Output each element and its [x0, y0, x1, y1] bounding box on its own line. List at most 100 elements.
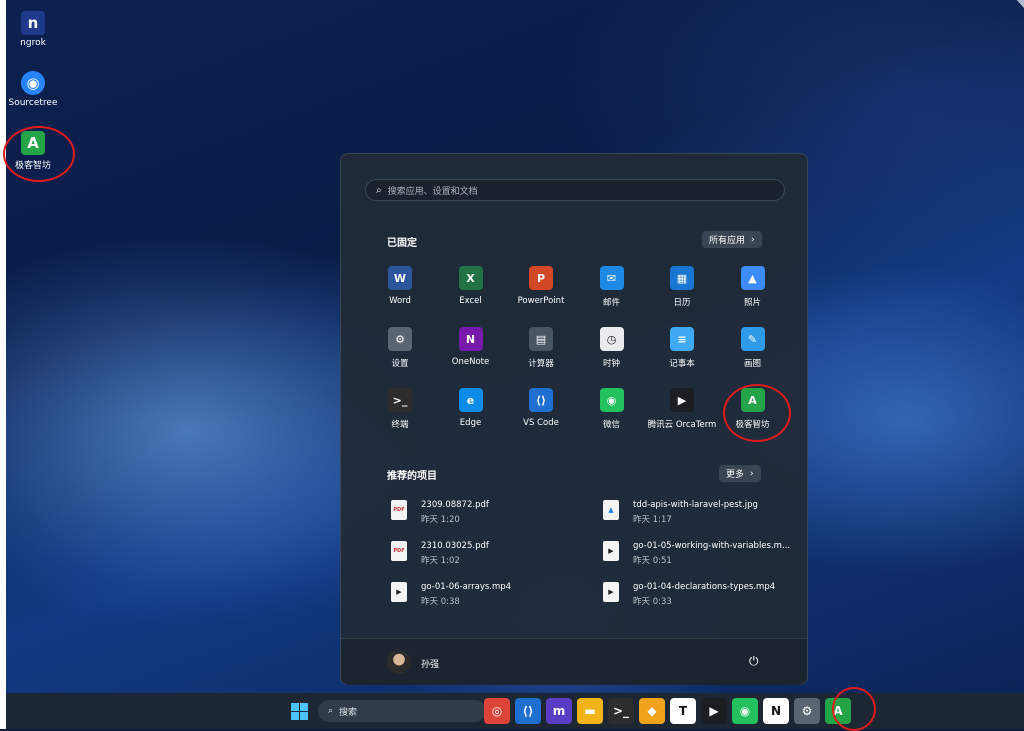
sourcetree-icon: ◉ [21, 71, 45, 95]
chrome-icon[interactable]: ◎ [484, 698, 510, 724]
pinned-app[interactable]: ◷ 时钟 [576, 327, 648, 369]
light-beam [907, 0, 1024, 42]
more-label: 更多 [726, 470, 745, 480]
search-icon: ⌕ [328, 706, 334, 716]
paint-icon: ✎ [740, 327, 765, 351]
pinned-app[interactable]: e Edge [435, 388, 507, 428]
start-search-box[interactable]: ⌕ 搜索应用、设置和文档 [365, 179, 785, 201]
vscode-icon[interactable]: ⟨⟩ [515, 698, 541, 724]
photos-icon: ▲ [740, 266, 765, 290]
video-file-icon: ▶ [391, 582, 407, 602]
orcaterm-icon[interactable]: ▶ [701, 698, 727, 724]
video-file-icon: ▶ [603, 582, 619, 602]
pinned-app-label: VS Code [523, 418, 559, 428]
edge-icon: e [458, 388, 483, 412]
recommended-title: 推荐的项目 [387, 471, 437, 482]
more-button[interactable]: 更多 › [719, 465, 761, 482]
wechat-icon: ◉ [599, 388, 624, 412]
pinned-app[interactable]: ◉ 微信 [576, 388, 648, 430]
calculator-icon: ▤ [529, 327, 553, 351]
pdf-file-icon: PDF [391, 541, 407, 561]
file-time: 昨天 1:17 [633, 515, 672, 525]
pinned-app[interactable]: ≡ 记事本 [646, 327, 718, 369]
pinned-app[interactable]: ▶ 腾讯云 OrcaTerm [646, 388, 718, 430]
chevron-right-icon: › [751, 234, 755, 245]
desktop-icon-ngrok[interactable]: n ngrok [3, 11, 63, 48]
pinned-app-label: Word [389, 296, 411, 306]
pinned-app-label: Edge [459, 418, 482, 428]
all-apps-label: 所有应用 [709, 236, 746, 246]
onenote-icon: N [458, 327, 483, 351]
recommended-item[interactable]: ▶ go-01-04-declarations-types.mp4 昨天 0:33 [603, 582, 775, 607]
file-name: go-01-05-working-with-variables.m... [633, 541, 791, 551]
clock-icon: ◷ [599, 327, 624, 351]
file-time: 昨天 0:38 [421, 597, 460, 607]
file-time: 昨天 1:20 [421, 515, 460, 525]
power-icon[interactable]: ⏻ [749, 654, 759, 669]
orcaterm-icon: ▶ [670, 388, 694, 412]
pinned-app[interactable]: N OneNote [435, 327, 507, 367]
typora-icon[interactable]: T [670, 698, 696, 724]
pinned-app-label: Excel [459, 296, 482, 306]
pinned-app[interactable]: ✎ 画图 [717, 327, 789, 369]
mail-icon: ✉ [599, 266, 624, 290]
powerpoint-icon: P [529, 266, 553, 290]
wechat-icon[interactable]: ◉ [732, 698, 758, 724]
pinned-app-label: PowerPoint [517, 296, 565, 306]
avatar[interactable] [387, 650, 411, 674]
file-name: go-01-04-declarations-types.mp4 [633, 582, 776, 592]
recommended-item[interactable]: PDF 2310.03025.pdf 昨天 1:02 [391, 541, 489, 566]
pinned-app-label: 终端 [391, 420, 409, 430]
pinned-app-label: 记事本 [669, 359, 695, 369]
all-apps-button[interactable]: 所有应用 › [702, 231, 762, 248]
pinned-app[interactable]: ⟨⟩ VS Code [505, 388, 577, 428]
vscode-icon: ⟨⟩ [529, 388, 553, 412]
chevron-right-icon: › [750, 468, 754, 479]
desktop-icon-sourcetree[interactable]: ◉ Sourcetree [3, 71, 63, 108]
pinned-app[interactable]: ▦ 日历 [646, 266, 718, 308]
pinned-title: 已固定 [387, 238, 417, 249]
ml-app-icon[interactable]: m [546, 698, 572, 724]
search-placeholder: 搜索应用、设置和文档 [387, 186, 478, 197]
pinned-app[interactable]: ✉ 邮件 [576, 266, 648, 308]
pinned-app[interactable]: P PowerPoint [505, 266, 577, 306]
recommended-item[interactable]: ▶ go-01-05-working-with-variables.m... 昨天 … [603, 541, 790, 566]
file-name: 2310.03025.pdf [421, 541, 489, 551]
user-name[interactable]: 孙强 [421, 657, 439, 670]
pinned-app[interactable]: ▤ 计算器 [505, 327, 577, 369]
taskbar-search-label: 搜索 [339, 707, 358, 718]
search-icon: ⌕ [376, 184, 382, 196]
start-footer: 孙强 ⏻ [341, 638, 807, 685]
word-icon: W [388, 266, 412, 290]
ngrok-icon: n [21, 11, 45, 35]
annotation-circle [3, 126, 75, 182]
recommended-item[interactable]: ▶ go-01-06-arrays.mp4 昨天 0:38 [391, 582, 511, 607]
desktop-icon-label: ngrok [20, 38, 46, 48]
pinned-app[interactable]: >_ 终端 [364, 388, 436, 430]
file-time: 昨天 0:51 [633, 556, 672, 566]
pinned-app-label: 腾讯云 OrcaTerm [647, 420, 717, 430]
pinned-app-label: 时钟 [602, 359, 620, 369]
pinned-app[interactable]: ⚙ 设置 [364, 327, 436, 369]
annotation-circle [832, 687, 876, 731]
pinned-app[interactable]: ▲ 照片 [717, 266, 789, 308]
pinned-app[interactable]: X Excel [435, 266, 507, 306]
taskbar: ⌕ 搜索 ◎ ⟨⟩ m ▬ >_ ◆ T ▶ ◉ N ⚙ A [6, 687, 1024, 731]
pinned-app[interactable]: W Word [364, 266, 436, 306]
taskbar-search[interactable]: ⌕ 搜索 [318, 700, 486, 722]
tableplus-icon[interactable]: ◆ [639, 698, 665, 724]
excel-icon: X [458, 266, 483, 290]
settings-icon: ⚙ [388, 327, 412, 351]
pinned-app-label: 设置 [391, 359, 409, 369]
recommended-item[interactable]: PDF 2309.08872.pdf 昨天 1:20 [391, 500, 489, 525]
start-button[interactable] [286, 698, 312, 724]
notion-icon[interactable]: N [763, 698, 789, 724]
pinned-app-label: 微信 [602, 420, 620, 430]
file-name: tdd-apis-with-laravel-pest.jpg [633, 500, 758, 510]
recommended-item[interactable]: ▲ tdd-apis-with-laravel-pest.jpg 昨天 1:17 [603, 500, 758, 525]
terminal-icon: >_ [388, 388, 412, 412]
pinned-app-label: 日历 [673, 298, 691, 308]
terminal-icon[interactable]: >_ [608, 698, 634, 724]
settings-icon[interactable]: ⚙ [794, 698, 820, 724]
file-explorer-icon[interactable]: ▬ [577, 698, 603, 724]
